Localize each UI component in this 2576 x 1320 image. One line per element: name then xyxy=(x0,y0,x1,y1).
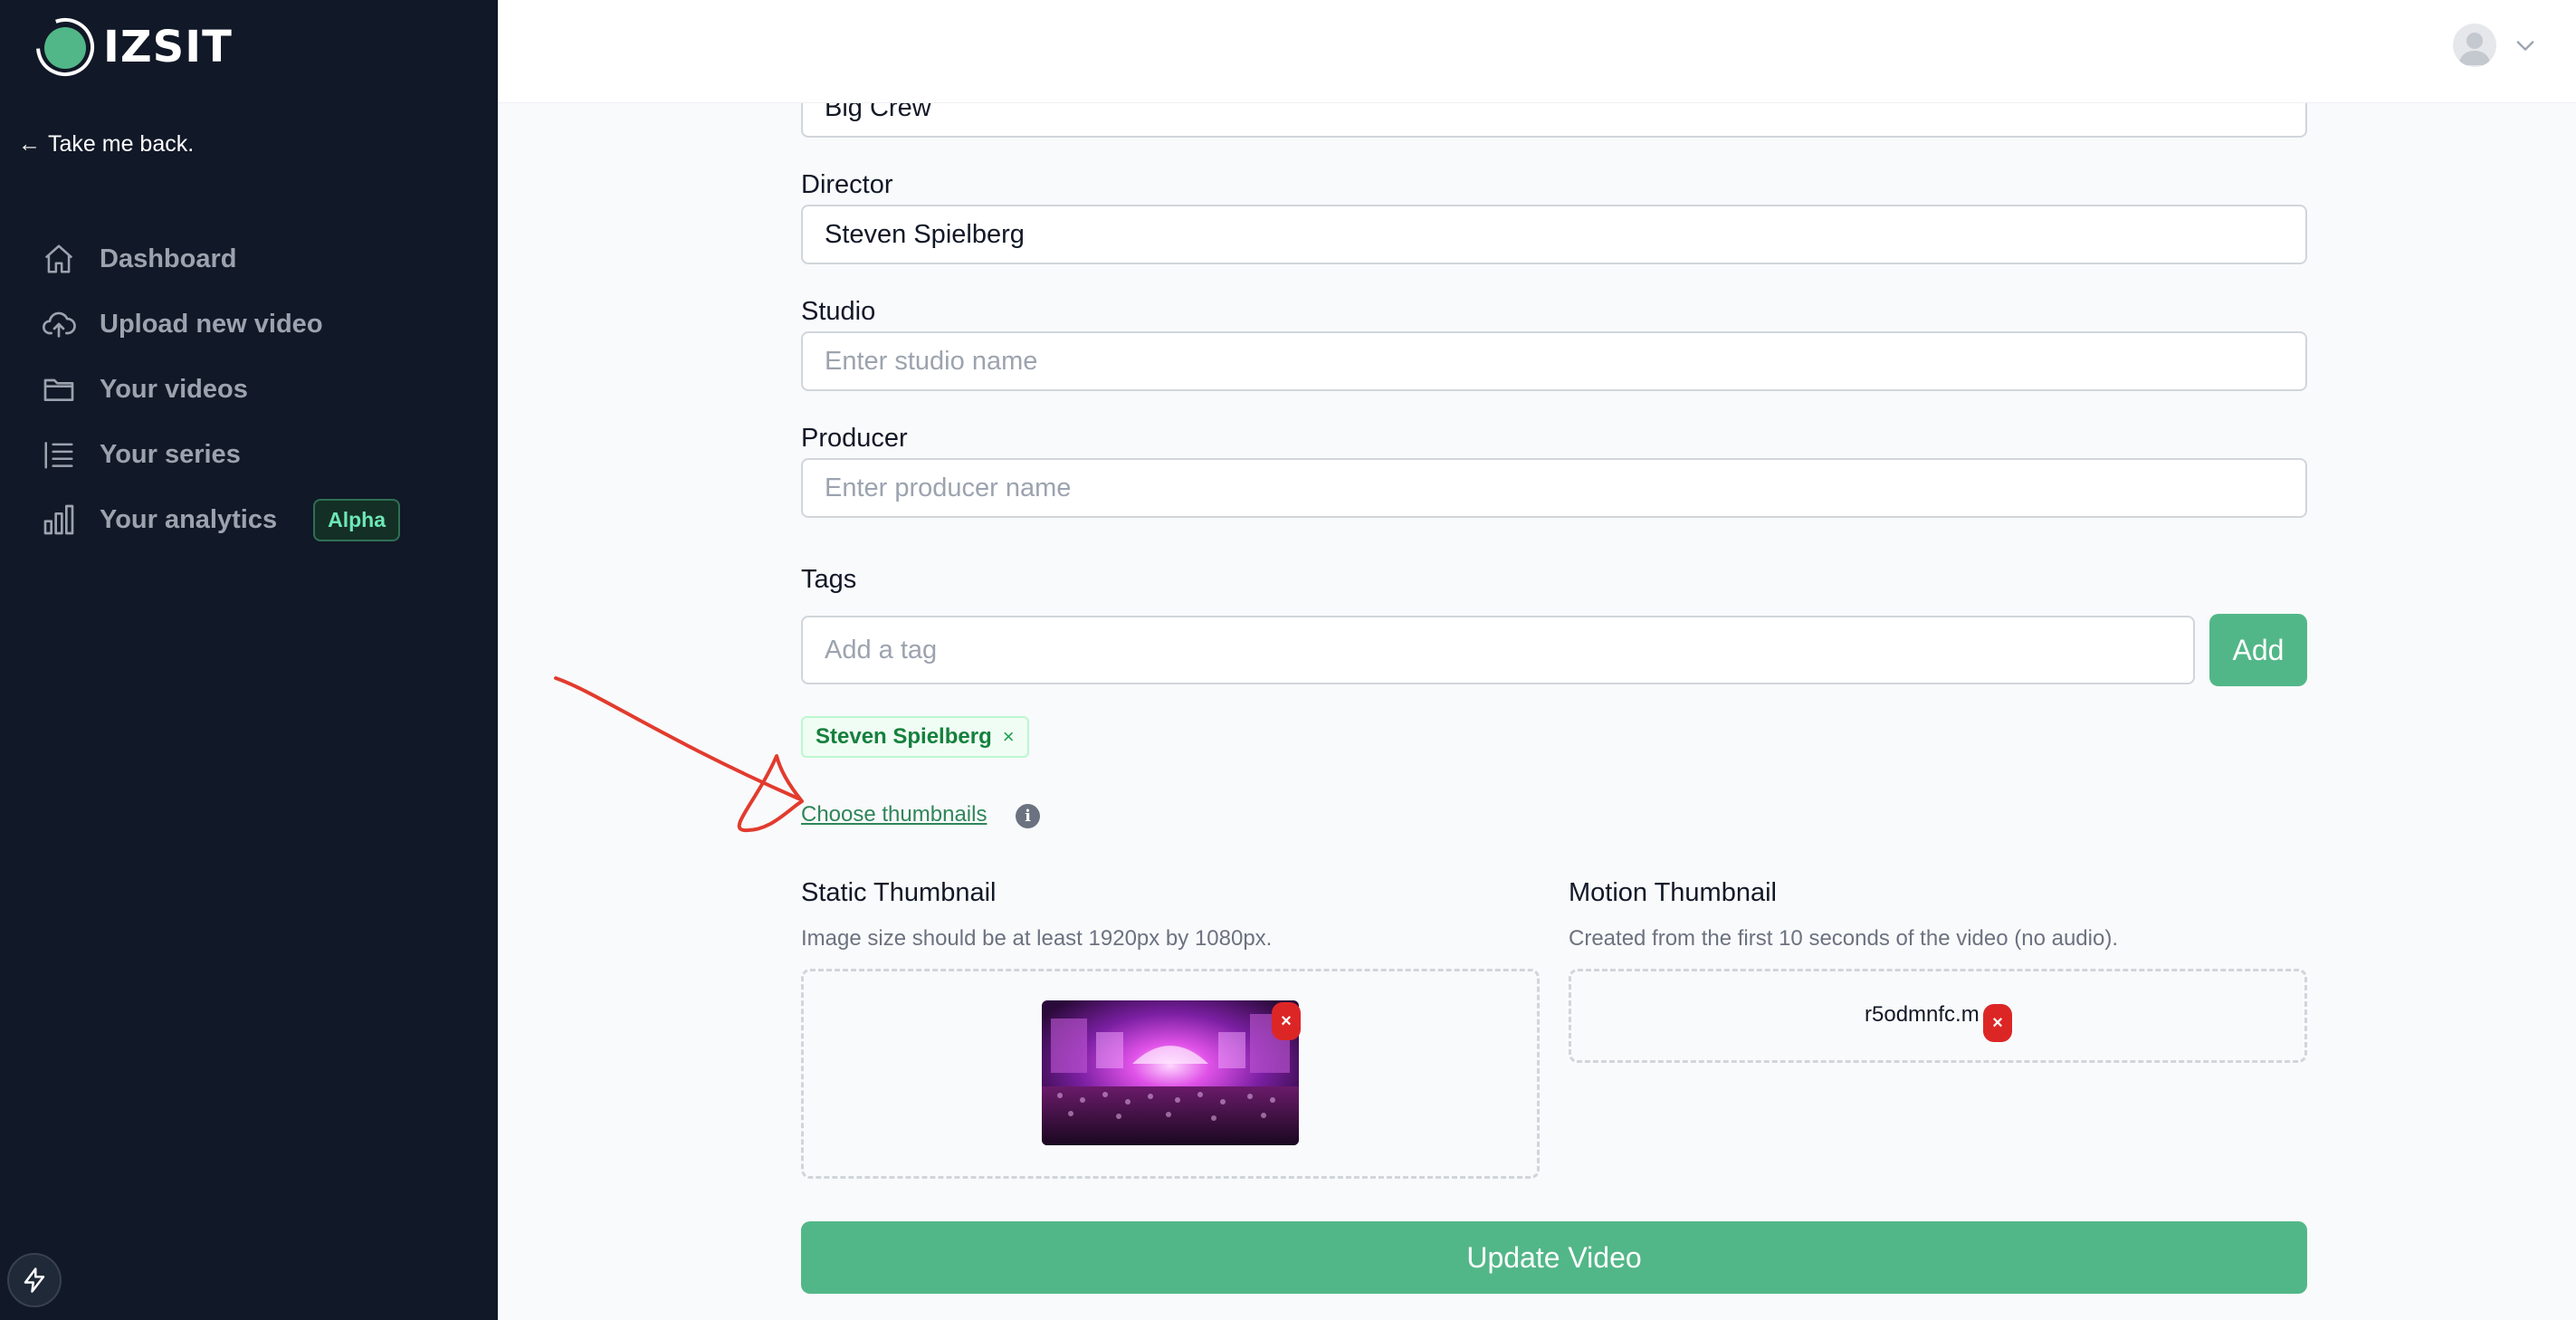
cloud-upload-icon xyxy=(40,305,78,343)
studio-placeholder: Enter studio name xyxy=(825,346,1038,376)
producer-label: Producer xyxy=(801,424,908,453)
static-thumbnail-image xyxy=(1042,1000,1299,1145)
sidebar-nav: Dashboard Upload new video Your videos Y… xyxy=(40,226,474,552)
home-icon xyxy=(40,240,78,278)
sidebar: IZSIT ← Take me back. Dashboard Upload n… xyxy=(0,0,498,1320)
add-tag-button[interactable]: Add xyxy=(2209,614,2307,686)
motion-thumbnail-hint: Created from the first 10 seconds of the… xyxy=(1569,926,2118,951)
tag-chip-label: Steven Spielberg xyxy=(816,724,992,749)
bar-chart-icon xyxy=(40,501,78,539)
sidebar-item-label: Your series xyxy=(100,439,241,469)
update-video-button[interactable]: Update Video xyxy=(801,1221,2307,1294)
user-menu[interactable] xyxy=(2453,24,2538,67)
studio-label: Studio xyxy=(801,297,876,326)
tag-placeholder: Add a tag xyxy=(825,635,938,665)
tag-chip: Steven Spielberg × xyxy=(801,716,1029,758)
director-value: Steven Spielberg xyxy=(825,219,1025,249)
sidebar-item-videos[interactable]: Your videos xyxy=(40,357,474,422)
tags-label: Tags xyxy=(801,565,857,594)
info-icon[interactable]: i xyxy=(1016,804,1040,828)
sidebar-item-series[interactable]: Your series xyxy=(40,422,474,487)
brand-name: IZSIT xyxy=(103,22,233,72)
producer-input[interactable]: Enter producer name xyxy=(801,458,2307,518)
motion-thumbnail-title: Motion Thumbnail xyxy=(1569,878,1777,907)
sidebar-item-dashboard[interactable]: Dashboard xyxy=(40,226,474,292)
lightning-icon xyxy=(24,1267,45,1293)
arrow-left-icon: ← xyxy=(18,131,41,157)
avatar xyxy=(2453,24,2496,67)
director-label: Director xyxy=(801,170,893,199)
alpha-badge: Alpha xyxy=(313,498,400,541)
chevron-down-icon xyxy=(2516,41,2534,51)
top-bar xyxy=(498,0,2576,103)
logo-icon xyxy=(33,14,98,80)
list-icon xyxy=(40,435,78,473)
sidebar-item-upload[interactable]: Upload new video xyxy=(40,292,474,357)
director-input[interactable]: Steven Spielberg xyxy=(801,205,2307,264)
back-link-label: Take me back. xyxy=(48,131,195,157)
remove-motion-thumbnail-button[interactable]: × xyxy=(1983,1004,2012,1042)
logo[interactable]: IZSIT xyxy=(33,14,233,80)
choose-thumbnails-link[interactable]: Choose thumbnails xyxy=(801,802,987,827)
sidebar-item-label: Your analytics xyxy=(100,504,278,534)
bolt-button[interactable] xyxy=(7,1253,62,1307)
producer-placeholder: Enter producer name xyxy=(825,473,1072,502)
static-thumbnail-title: Static Thumbnail xyxy=(801,878,997,907)
sidebar-item-label: Your videos xyxy=(100,374,248,404)
annotation-arrow-icon xyxy=(554,676,804,833)
sidebar-item-label: Dashboard xyxy=(100,244,237,273)
remove-static-thumbnail-button[interactable]: × xyxy=(1272,1002,1301,1040)
motion-file-name: r5odmnfc.m xyxy=(1865,1002,1980,1027)
tag-input[interactable]: Add a tag xyxy=(801,616,2195,684)
folder-icon xyxy=(40,370,78,408)
back-link[interactable]: ← Take me back. xyxy=(18,131,194,158)
static-thumbnail-hint: Image size should be at least 1920px by … xyxy=(801,926,1273,951)
static-thumbnail-dropzone[interactable]: × xyxy=(801,969,1540,1179)
sidebar-item-label: Upload new video xyxy=(100,309,323,339)
motion-thumbnail-dropzone[interactable]: r5odmnfc.m × xyxy=(1569,969,2307,1063)
sidebar-item-analytics[interactable]: Your analytics Alpha xyxy=(40,487,474,552)
remove-tag-icon[interactable]: × xyxy=(1003,725,1015,749)
studio-input[interactable]: Enter studio name xyxy=(801,331,2307,391)
